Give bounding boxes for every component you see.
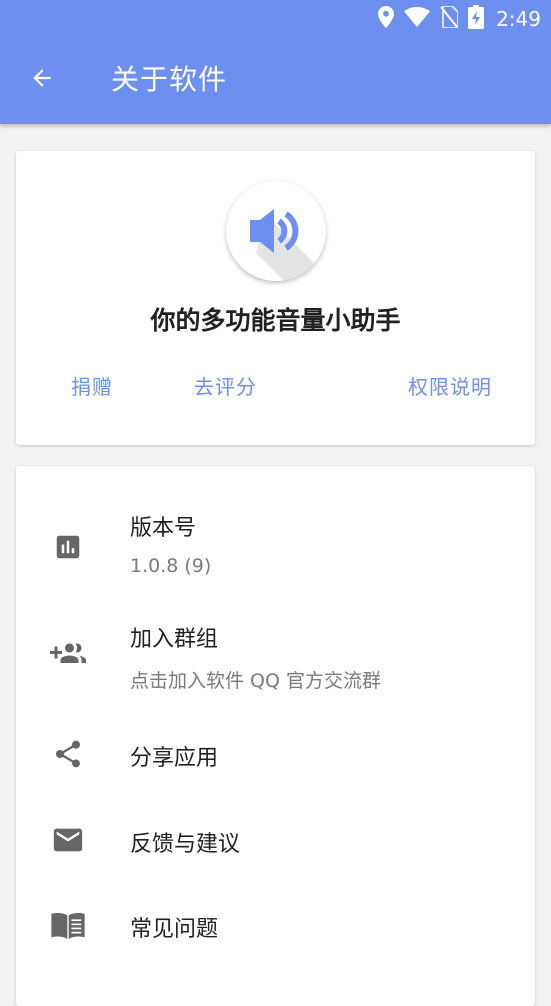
rate-link[interactable]: 去评分	[194, 371, 257, 400]
status-bar: 2:49	[378, 5, 541, 33]
app-tagline: 你的多功能音量小助手	[150, 306, 401, 335]
info-list-card: 版本号 1.0.8 (9) 加入群组 点击加入软件 QQ 官方交流群 分享应用 …	[16, 466, 535, 1006]
list-item-share[interactable]: 分享应用	[16, 716, 535, 796]
page-title: 关于软件	[111, 63, 228, 96]
wifi-icon	[404, 6, 431, 31]
bar-chart-icon	[50, 529, 86, 565]
book-icon	[50, 907, 86, 943]
list-item-feedback[interactable]: 反馈与建议	[16, 802, 535, 882]
arrow-back-icon	[29, 65, 55, 95]
list-item-title: 分享应用	[130, 746, 219, 771]
list-item-title: 常见问题	[130, 917, 219, 942]
donate-link[interactable]: 捐赠	[71, 371, 113, 400]
list-item-title: 版本号	[130, 516, 197, 541]
group-add-icon	[50, 636, 86, 672]
about-card: 你的多功能音量小助手 捐赠 去评分 权限说明	[16, 151, 535, 445]
back-button[interactable]	[22, 60, 62, 100]
share-icon	[50, 736, 86, 772]
status-time: 2:49	[496, 7, 541, 31]
list-item-faq[interactable]: 常见问题	[16, 887, 535, 967]
list-item-version[interactable]: 版本号 1.0.8 (9)	[16, 496, 535, 596]
list-item-join-group[interactable]: 加入群组 点击加入软件 QQ 官方交流群	[16, 606, 535, 706]
list-item-subtitle: 点击加入软件 QQ 官方交流群	[130, 670, 381, 692]
list-item-title: 加入群组	[130, 627, 219, 652]
permissions-link[interactable]: 权限说明	[408, 371, 492, 400]
no-sim-icon	[440, 5, 460, 32]
version-value: 1.0.8 (9)	[130, 555, 212, 577]
battery-charging-icon	[468, 5, 485, 33]
app-bar: 2:49 关于软件	[0, 0, 551, 124]
speaker-volume-icon	[226, 181, 326, 281]
mail-icon	[50, 822, 86, 858]
list-item-title: 反馈与建议	[130, 832, 241, 857]
location-icon	[378, 6, 395, 32]
